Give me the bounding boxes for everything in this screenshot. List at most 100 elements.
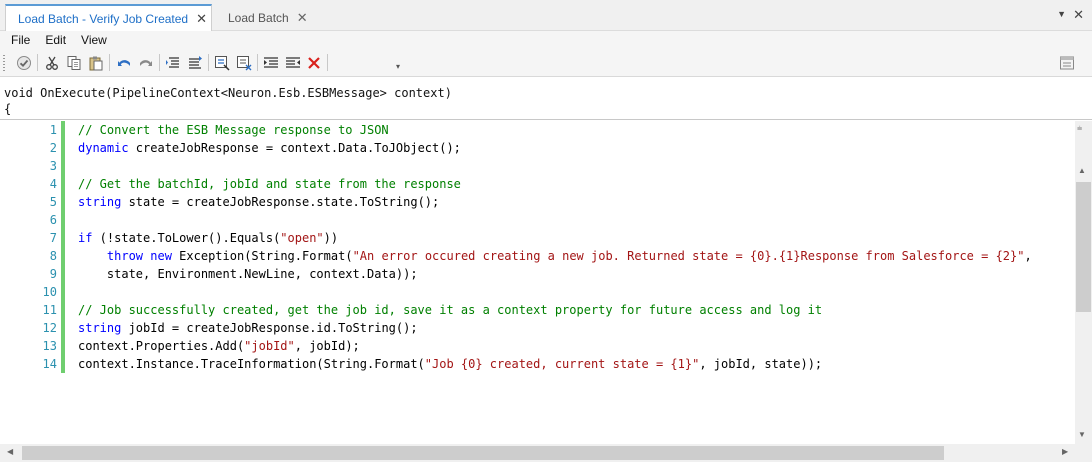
code-line[interactable]: 8 throw new Exception(String.Format("An … bbox=[0, 249, 1075, 267]
signature-line: void OnExecute(PipelineContext<Neuron.Es… bbox=[4, 86, 452, 100]
line-number: 12 bbox=[42, 321, 57, 335]
line-number: 9 bbox=[49, 267, 57, 281]
code-text[interactable]: // Get the batchId, jobId and state from… bbox=[78, 177, 461, 191]
code-line[interactable]: 14 context.Instance.TraceInformation(Stri… bbox=[0, 357, 1075, 375]
signature-open-brace: { bbox=[4, 102, 12, 116]
menu-view[interactable]: View bbox=[81, 33, 107, 47]
toolbar-separator bbox=[327, 54, 328, 71]
check-icon[interactable] bbox=[15, 54, 32, 71]
close-icon[interactable]: ✕ bbox=[196, 11, 207, 27]
cut-icon[interactable] bbox=[43, 54, 60, 71]
line-number: 5 bbox=[49, 195, 57, 209]
close-icon[interactable]: ✕ bbox=[297, 10, 308, 26]
code-text[interactable]: // Convert the ESB Message response to J… bbox=[78, 123, 389, 137]
code-keyword: new bbox=[150, 249, 172, 263]
code-line[interactable]: 2 dynamic createJobResponse = context.Dat… bbox=[0, 141, 1075, 159]
code-string: "An error occured creating a new job. Re… bbox=[352, 249, 1025, 263]
code-token: )) bbox=[323, 231, 339, 245]
code-token: jobId = createJobResponse.id.ToString(); bbox=[121, 321, 418, 335]
line-number: 1 bbox=[49, 123, 57, 137]
code-token: context.Instance.TraceInformation(String… bbox=[78, 357, 425, 371]
code-token: , bbox=[1024, 249, 1032, 263]
code-line[interactable]: 7 if (!state.ToLower().Equals("open")) bbox=[0, 231, 1075, 249]
code-text[interactable]: if (!state.ToLower().Equals("open")) bbox=[78, 231, 338, 245]
tab-load-batch-verify-job-created[interactable]: Load Batch - Verify Job Created ✕ bbox=[5, 4, 212, 32]
line-number: 14 bbox=[42, 357, 57, 371]
code-token: state, Environment.NewLine, context.Data… bbox=[78, 267, 418, 281]
code-editor[interactable]: 1 // Convert the ESB Message response to … bbox=[0, 121, 1075, 444]
code-token: Exception(String.Format( bbox=[171, 249, 353, 263]
line-number: 6 bbox=[49, 213, 57, 227]
code-keyword: dynamic bbox=[78, 141, 129, 155]
code-string: "jobId" bbox=[244, 339, 295, 353]
line-number: 2 bbox=[49, 141, 57, 155]
code-text[interactable]: dynamic createJobResponse = context.Data… bbox=[78, 141, 461, 155]
code-token: , jobId); bbox=[294, 339, 360, 353]
split-view-icon[interactable]: ⩧ bbox=[1077, 123, 1082, 134]
code-token: , jobId, state)); bbox=[699, 357, 823, 371]
align-left-icon[interactable] bbox=[262, 54, 279, 71]
toolbar-grip[interactable] bbox=[3, 55, 5, 71]
horizontal-scroll-thumb[interactable] bbox=[22, 446, 944, 460]
code-line[interactable]: 1 // Convert the ESB Message response to … bbox=[0, 123, 1075, 141]
code-text[interactable]: string state = createJobResponse.state.T… bbox=[78, 195, 439, 209]
line-number: 4 bbox=[49, 177, 57, 191]
copy-icon[interactable] bbox=[65, 54, 82, 71]
toolbar-separator bbox=[37, 54, 38, 71]
method-signature: void OnExecute(PipelineContext<Neuron.Es… bbox=[0, 77, 1092, 120]
align-right-icon[interactable] bbox=[284, 54, 301, 71]
code-text[interactable]: context.Instance.TraceInformation(String… bbox=[78, 357, 822, 371]
code-text[interactable]: state, Environment.NewLine, context.Data… bbox=[78, 267, 418, 281]
comment-icon[interactable] bbox=[213, 54, 230, 71]
code-line[interactable]: 9 state, Environment.NewLine, context.Da… bbox=[0, 267, 1075, 285]
tab-load-batch[interactable]: Load Batch ✕ bbox=[216, 4, 316, 31]
code-token: context.Properties.Add( bbox=[78, 339, 245, 353]
tab-label: Load Batch - Verify Job Created bbox=[18, 11, 189, 26]
outdent-list-icon[interactable] bbox=[186, 54, 203, 71]
code-line[interactable]: 6 bbox=[0, 213, 1075, 231]
menu-file[interactable]: File bbox=[11, 33, 30, 47]
code-text[interactable]: // Job successfully created, get the job… bbox=[78, 303, 822, 317]
code-window-icon[interactable] bbox=[1058, 54, 1075, 71]
redo-icon[interactable] bbox=[137, 54, 154, 71]
code-text[interactable]: string jobId = createJobResponse.id.ToSt… bbox=[78, 321, 418, 335]
vertical-scroll-thumb[interactable] bbox=[1076, 182, 1091, 312]
line-number: 10 bbox=[42, 285, 57, 299]
code-comment: // Get the batchId, jobId and state from… bbox=[78, 177, 461, 191]
toolbar bbox=[0, 49, 1092, 77]
code-text[interactable]: context.Properties.Add("jobId", jobId); bbox=[78, 339, 360, 353]
toolbar-separator bbox=[159, 54, 160, 71]
code-line[interactable]: 5 string state = createJobResponse.state.… bbox=[0, 195, 1075, 213]
menu-bar: File Edit View bbox=[0, 31, 1092, 49]
paste-icon[interactable] bbox=[87, 54, 104, 71]
tab-label: Load Batch bbox=[228, 10, 289, 25]
scroll-up-icon[interactable]: ▲ bbox=[1078, 166, 1086, 175]
code-line[interactable]: 4 // Get the batchId, jobId and state fro… bbox=[0, 177, 1075, 195]
code-keyword: string bbox=[78, 195, 122, 209]
toolbar-separator bbox=[208, 54, 209, 71]
code-line[interactable]: 12 string jobId = createJobResponse.id.To… bbox=[0, 321, 1075, 339]
close-document-icon[interactable]: ✕ bbox=[1073, 7, 1084, 23]
menu-edit[interactable]: Edit bbox=[45, 33, 66, 47]
overflow-icon[interactable]: ▾ bbox=[396, 62, 400, 71]
undo-icon[interactable] bbox=[115, 54, 132, 71]
code-line[interactable]: 3 bbox=[0, 159, 1075, 177]
code-text[interactable]: throw new Exception(String.Format("An er… bbox=[78, 249, 1032, 263]
code-line[interactable]: 11 // Job successfully created, get the j… bbox=[0, 303, 1075, 321]
code-token: createJobResponse = context.Data.ToJObje… bbox=[128, 141, 461, 155]
indent-list-icon[interactable] bbox=[164, 54, 181, 71]
code-token: (!state.ToLower().Equals( bbox=[92, 231, 281, 245]
code-keyword: if bbox=[78, 231, 93, 245]
code-line[interactable]: 10 bbox=[0, 285, 1075, 303]
scroll-down-icon[interactable]: ▼ bbox=[1078, 430, 1086, 439]
delete-icon[interactable] bbox=[305, 54, 322, 71]
uncomment-icon[interactable] bbox=[235, 54, 252, 71]
code-line[interactable]: 13 context.Properties.Add("jobId", jobId)… bbox=[0, 339, 1075, 357]
line-number: 11 bbox=[42, 303, 57, 317]
tab-list-dropdown-icon[interactable]: ▼ bbox=[1057, 9, 1066, 19]
toolbar-separator bbox=[109, 54, 110, 71]
scroll-left-icon[interactable]: ◀ bbox=[7, 447, 13, 456]
scroll-right-icon[interactable]: ▶ bbox=[1062, 447, 1068, 456]
line-number: 3 bbox=[49, 159, 57, 173]
